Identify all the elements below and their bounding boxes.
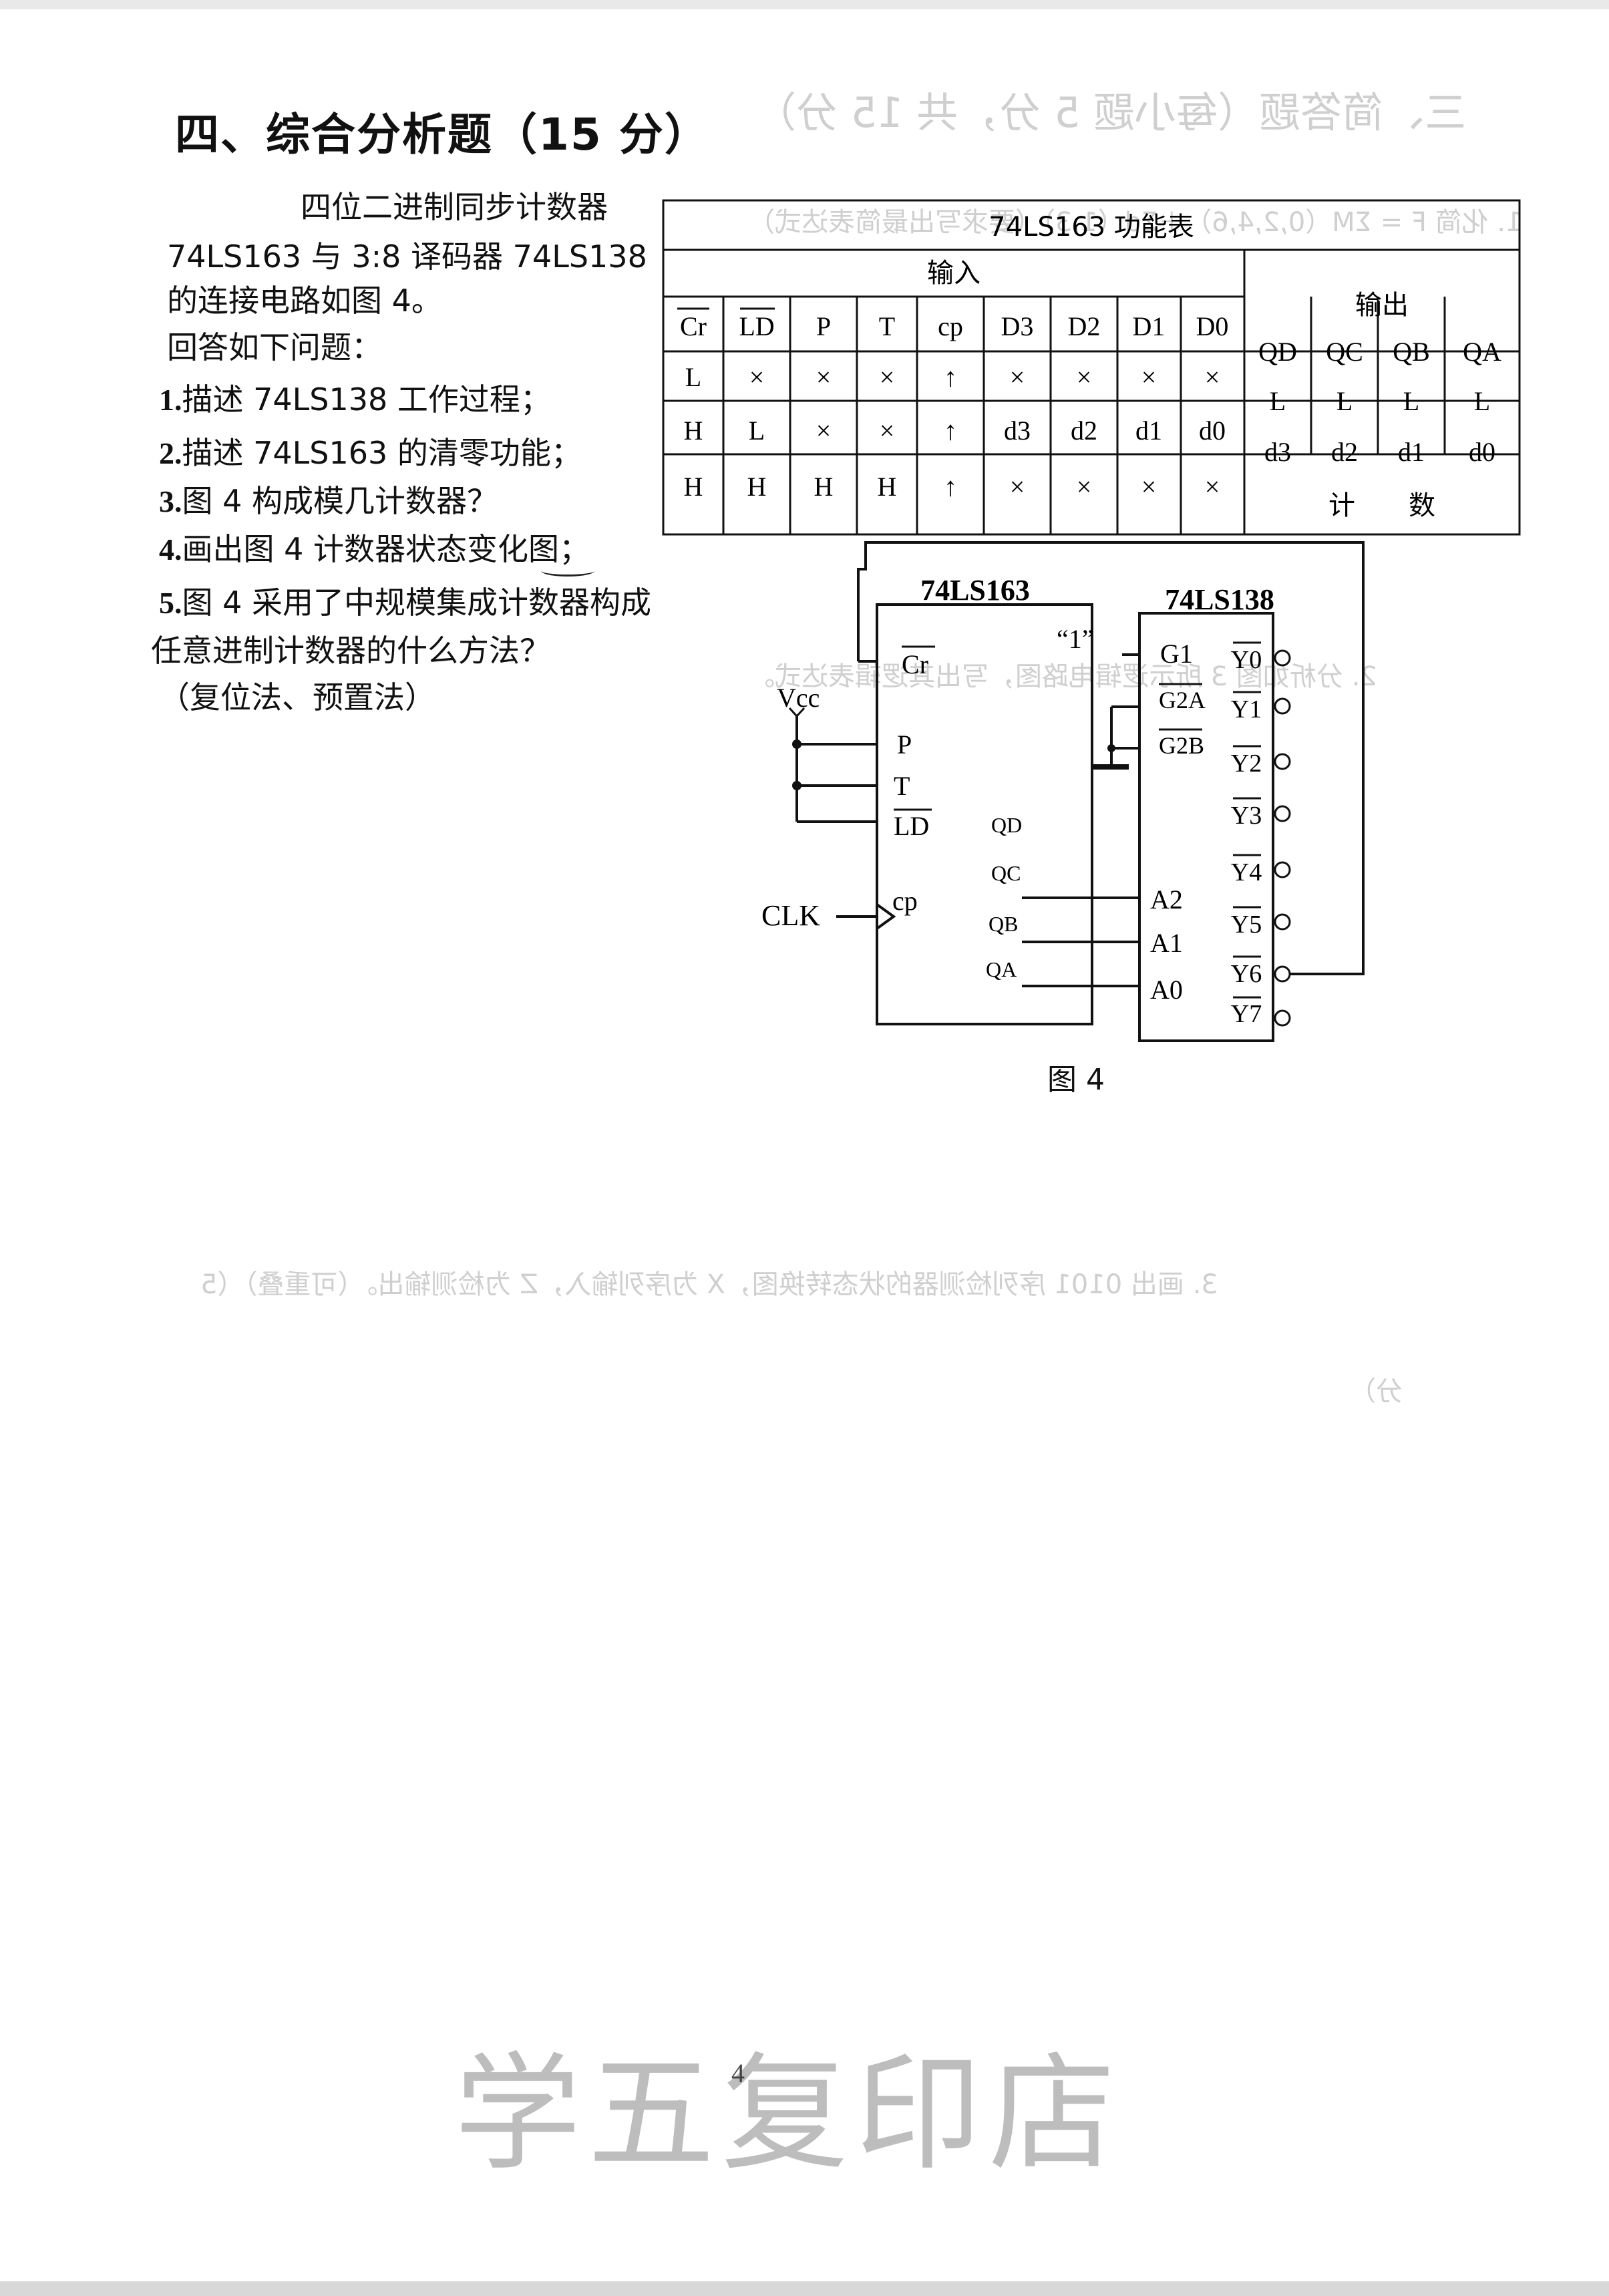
chip2-name: 74LS138 [1165,583,1274,616]
pin-g2b: G2B [1159,732,1204,759]
pin-y5: Y5 [1231,911,1262,939]
table-cell: × [1077,362,1092,392]
input-header: 输入 [927,258,980,289]
page-number: 4 [731,2058,745,2088]
table-cell: d2 [1331,437,1358,467]
col-header-d3: D3 [1001,311,1034,341]
figure-svg: 74LS163 功能表 输入 输出 Cr LD P T cp D3 D2 D1 … [662,199,1521,1042]
table-cell: ↑ [944,416,957,446]
table-cell: d0 [1469,437,1495,467]
pin-a1: A1 [1150,928,1183,958]
table-cell: d1 [1398,437,1425,467]
col-header-d0: D0 [1196,311,1229,341]
table-cell: × [749,362,765,392]
table-cell: ↑ [944,362,957,392]
pin-qb: QB [989,912,1018,936]
table-cell: d1 [1135,416,1162,446]
output-bubbles [1274,649,1291,1027]
col-header-qa: QA [1463,337,1501,367]
table-cell: × [816,416,832,446]
table-cell: × [1141,472,1157,502]
pin-y3: Y3 [1231,802,1262,830]
table-cell: × [1141,362,1157,392]
table-cell: L [1474,386,1490,416]
decoder-outputs: Y0 Y1 Y2 Y3 Y4 Y5 Y6 Y7 [1231,641,1262,1028]
chip1-name: 74LS163 [920,574,1030,607]
figure-caption: 图 4 [1047,1063,1105,1097]
col-header-qc: QC [1326,337,1363,367]
table-cell: d0 [1199,416,1226,446]
table-cell: H [878,472,897,502]
clk-label: CLK [761,899,820,932]
table-cell: L [685,362,701,392]
table-cell: d3 [1004,416,1031,446]
junction-dot [792,740,801,749]
col-header-cr: Cr [680,311,707,341]
pin-a2: A2 [1150,884,1183,915]
pin-g1: G1 [1160,639,1193,669]
copy-shop-stamp: 学五复印店 [454,2040,1123,2188]
pin-ld: LD [894,811,929,841]
table-cell: H [684,416,703,446]
table-cell: × [880,416,895,446]
table-cell: H [747,472,767,502]
table-cell: H [684,472,703,502]
pin-p: P [897,729,912,760]
pin-g2a: G2A [1159,687,1206,713]
table-cell: × [816,362,832,392]
col-header-qb: QB [1393,337,1430,367]
junction-dot [792,781,801,790]
pin-t: T [894,771,910,801]
pin-y7: Y7 [1231,1000,1262,1028]
col-header-d1: D1 [1133,311,1166,341]
output-header: 输出 [1355,290,1409,321]
pin-a0: A0 [1150,975,1183,1005]
col-header-p: P [816,311,831,341]
table-cell: × [1010,362,1025,392]
table-cell: × [1077,472,1092,502]
table-cell: × [880,362,895,392]
table-cell: L [1270,386,1286,416]
pin-qd: QD [991,813,1022,837]
function-table-title: 74LS163 功能表 [989,212,1194,242]
table-cell: d3 [1264,437,1291,467]
table-cell: × [1205,472,1220,502]
pin-y0: Y0 [1231,646,1262,674]
table-cell: L [1336,386,1353,416]
logic-one-label: “1” [1057,624,1094,654]
pin-qc: QC [991,861,1021,885]
table-cell: × [1205,362,1220,392]
col-header-d2: D2 [1068,311,1101,341]
pin-cp: cp [892,886,918,916]
col-header-ld: LD [739,311,774,341]
table-cell: ↑ [944,472,957,502]
table-cell: L [1403,386,1419,416]
table-cell: × [1010,472,1025,502]
junction-dot [1107,744,1115,752]
pin-cr: Cr [902,649,928,679]
col-header-cp: cp [938,311,963,341]
pin-y1: Y1 [1231,695,1262,723]
vcc-label: Vcc [777,683,820,713]
pin-y4: Y4 [1231,858,1262,886]
table-cell: d2 [1071,416,1097,446]
pin-y2: Y2 [1231,750,1262,778]
circuit-wires [795,541,1365,1042]
table-cell: L [749,416,765,446]
table-cell-counting: 计 数 [1328,490,1435,521]
col-header-t: T [879,311,895,341]
table-cell: H [814,472,834,502]
col-header-qd: QD [1258,337,1297,367]
pin-qa: QA [986,957,1017,981]
pin-y6: Y6 [1231,960,1262,988]
